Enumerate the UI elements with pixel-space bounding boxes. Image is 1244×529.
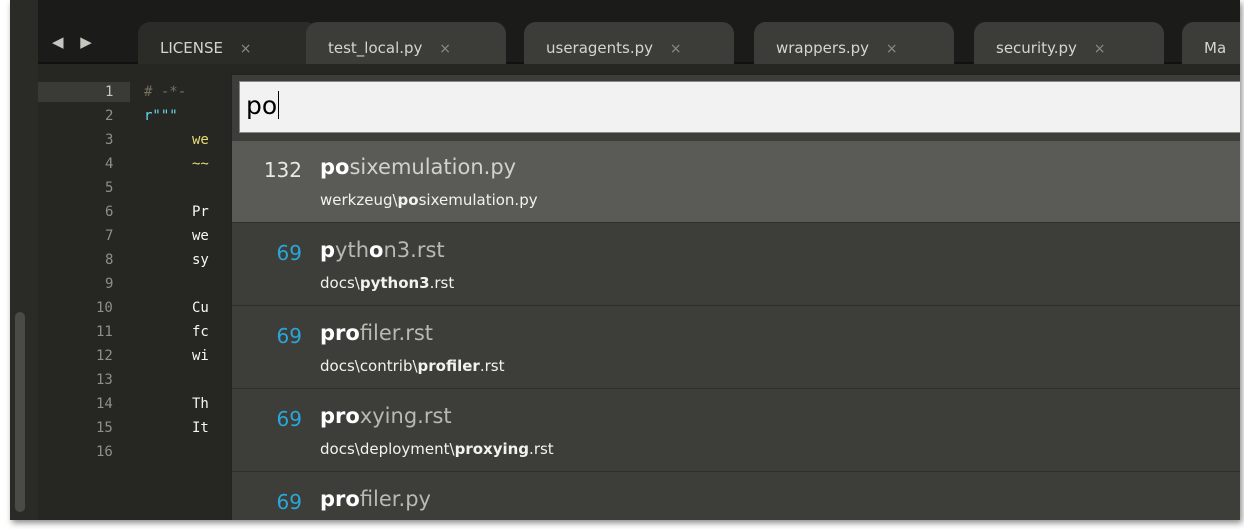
editor-window: ◀ ▶ LICENSE × test_local.py × useragents… (10, 0, 1240, 520)
match-score: 69 (276, 490, 302, 514)
tab-test-local[interactable]: test_local.py × (306, 22, 506, 64)
tab-license[interactable]: LICENSE × (138, 22, 318, 64)
close-icon[interactable]: × (670, 41, 682, 57)
result-item[interactable]: 69 profiler.py (232, 473, 1240, 520)
tab-wrappers[interactable]: wrappers.py × (754, 22, 954, 64)
close-icon[interactable]: × (1094, 41, 1106, 57)
close-icon[interactable]: × (240, 41, 252, 57)
tab-nav-arrows-icon[interactable]: ◀ ▶ (52, 33, 98, 51)
line-number: 13 (96, 372, 113, 388)
tab-useragents[interactable]: useragents.py × (524, 22, 734, 64)
close-icon[interactable]: × (886, 41, 898, 57)
tab-label: wrappers.py (776, 39, 870, 57)
line-number: 10 (96, 300, 113, 316)
line-number: 1 (105, 84, 114, 100)
line-number: 7 (105, 228, 114, 244)
line-number: 4 (105, 156, 114, 172)
line-number: 8 (105, 252, 114, 268)
line-number: 15 (96, 420, 113, 436)
line-number: 2 (105, 108, 114, 124)
line-number: 3 (105, 132, 114, 148)
minimap-strip (10, 0, 38, 520)
tab-label: test_local.py (328, 39, 423, 57)
scrollbar-thumb[interactable] (15, 312, 25, 512)
line-number: 5 (105, 180, 114, 196)
tab-label: Ma (1204, 39, 1227, 57)
tab-label: LICENSE (160, 39, 223, 57)
close-icon[interactable]: × (439, 41, 451, 57)
line-number: 12 (96, 348, 113, 364)
line-number: 6 (105, 204, 114, 220)
line-number: 9 (105, 276, 114, 292)
tab-label: security.py (996, 39, 1077, 57)
tab-partial[interactable]: Ma (1182, 22, 1240, 64)
tab-bar: ◀ ▶ LICENSE × test_local.py × useragents… (38, 0, 1240, 64)
tab-label: useragents.py (546, 39, 654, 57)
line-number: 11 (96, 324, 113, 340)
tab-security[interactable]: security.py × (974, 22, 1164, 64)
line-number: 14 (96, 396, 113, 412)
result-filename: profiler.py (320, 487, 431, 511)
line-number: 16 (96, 444, 113, 460)
